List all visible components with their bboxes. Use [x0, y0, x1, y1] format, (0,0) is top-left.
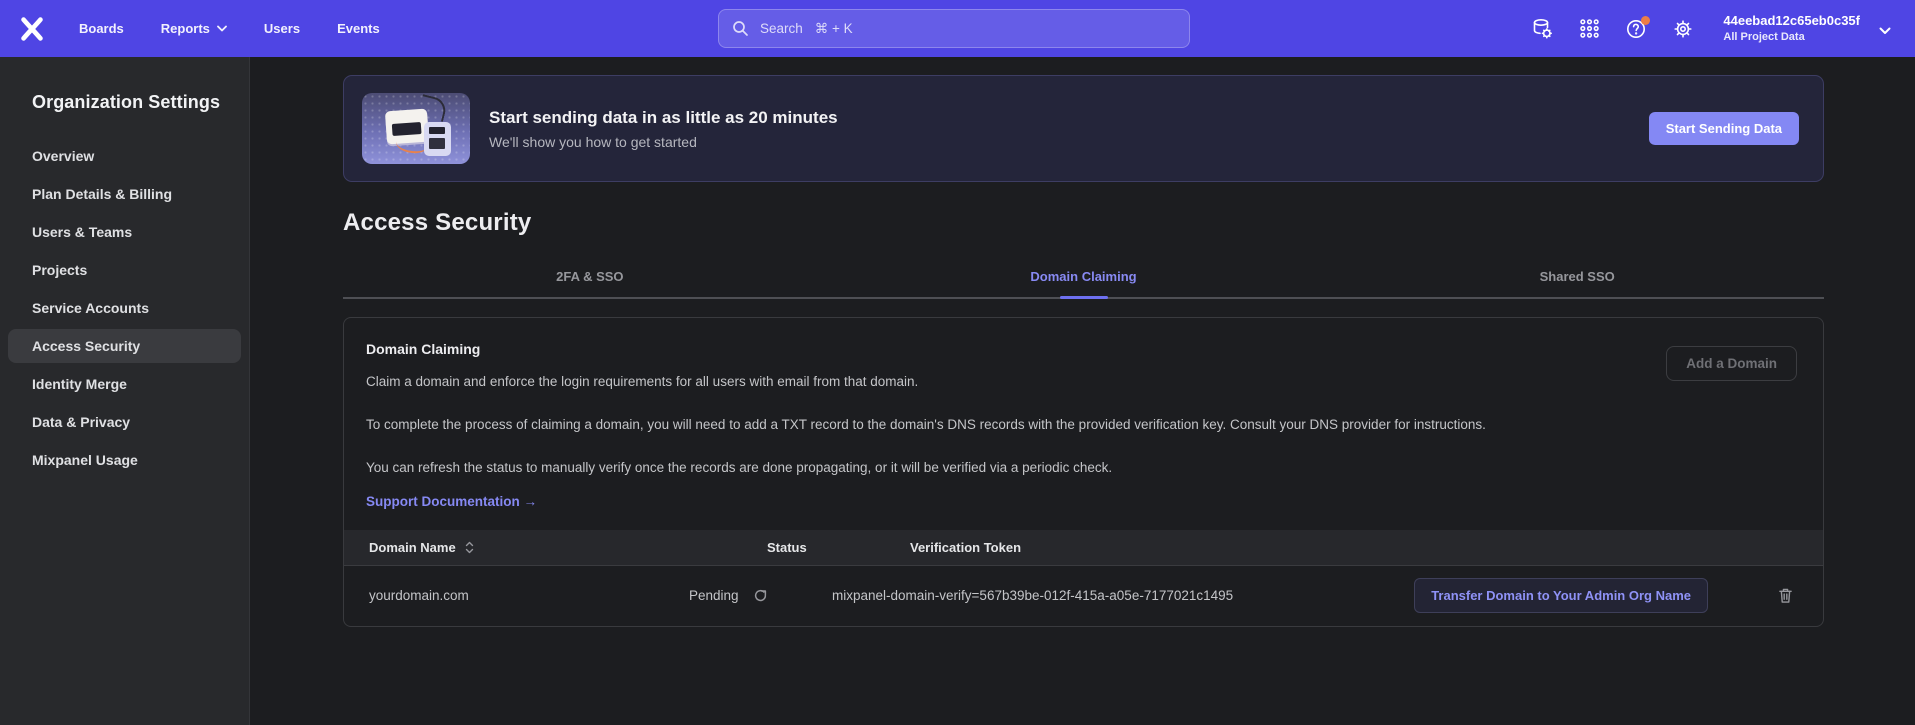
column-header-domain-name: Domain Name	[344, 540, 689, 555]
nav-item-reports[interactable]: Reports	[161, 21, 227, 36]
access-security-tabs: 2FA & SSO Domain Claiming Shared SSO	[343, 260, 1824, 299]
domain-claiming-panel: Add a Domain Domain Claiming Claim a dom…	[343, 317, 1824, 627]
column-header-verification-token: Verification Token	[832, 540, 1823, 555]
sidebar-item-mixpanel-usage[interactable]: Mixpanel Usage	[8, 443, 241, 477]
data-management-icon[interactable]	[1531, 18, 1553, 40]
support-documentation-link[interactable]: Support Documentation →	[366, 494, 537, 509]
panel-body: Domain Claiming Claim a domain and enfor…	[344, 318, 1823, 511]
main-content: Start sending data in as little as 20 mi…	[250, 57, 1915, 725]
search-input[interactable]: Search ⌘ + K	[718, 9, 1190, 48]
notification-dot	[1641, 16, 1650, 25]
search-icon	[732, 20, 749, 37]
settings-sidebar: Organization Settings Overview Plan Deta…	[0, 57, 250, 725]
delete-domain-icon[interactable]	[1778, 587, 1793, 604]
sort-icon[interactable]	[465, 541, 474, 554]
project-name: All Project Data	[1723, 30, 1860, 44]
nav-item-label: Events	[337, 21, 380, 36]
nav-item-label: Boards	[79, 21, 124, 36]
page-title: Access Security	[343, 209, 1824, 237]
mixpanel-logo-icon[interactable]	[15, 12, 49, 46]
domains-table: Domain Name Status Verification Token yo…	[344, 530, 1823, 626]
chevron-down-icon	[217, 25, 227, 32]
sidebar-item-service-accounts[interactable]: Service Accounts	[8, 291, 241, 325]
top-nav: Boards Reports Users Events Search ⌘ + K	[0, 0, 1915, 57]
table-row: yourdomain.com Pending mixpanel-domain-v…	[344, 566, 1823, 626]
nav-item-events[interactable]: Events	[337, 21, 380, 36]
table-header-row: Domain Name Status Verification Token	[344, 530, 1823, 566]
onboarding-banner: Start sending data in as little as 20 mi…	[343, 75, 1824, 182]
nav-right-cluster: 44eebad12c65eb0c35f All Project Data	[1531, 0, 1915, 57]
panel-description-3: You can refresh the status to manually v…	[366, 457, 1516, 479]
nav-item-label: Reports	[161, 21, 210, 36]
sidebar-item-plan-details-billing[interactable]: Plan Details & Billing	[8, 177, 241, 211]
banner-text: Start sending data in as little as 20 mi…	[489, 108, 838, 150]
panel-description-2: To complete the process of claiming a do…	[366, 414, 1516, 436]
sidebar-item-data-privacy[interactable]: Data & Privacy	[8, 405, 241, 439]
tab-domain-claiming[interactable]: Domain Claiming	[837, 260, 1331, 297]
refresh-status-icon[interactable]	[753, 588, 768, 603]
banner-subtitle: We'll show you how to get started	[489, 134, 838, 150]
tab-shared-sso[interactable]: Shared SSO	[1330, 260, 1824, 297]
panel-description-1: Claim a domain and enforce the login req…	[366, 371, 1516, 393]
sidebar-list: Overview Plan Details & Billing Users & …	[0, 139, 249, 477]
nav-item-label: Users	[264, 21, 300, 36]
sidebar-item-identity-merge[interactable]: Identity Merge	[8, 367, 241, 401]
row-actions: Transfer Domain to Your Admin Org Name	[1414, 578, 1823, 613]
status-badge: Pending	[689, 588, 739, 603]
sidebar-title: Organization Settings	[0, 57, 249, 113]
help-icon[interactable]	[1625, 18, 1647, 40]
tab-2fa-sso[interactable]: 2FA & SSO	[343, 260, 837, 297]
sidebar-item-overview[interactable]: Overview	[8, 139, 241, 173]
status-cell: Pending	[689, 588, 832, 603]
org-id: 44eebad12c65eb0c35f	[1723, 13, 1860, 30]
transfer-domain-button[interactable]: Transfer Domain to Your Admin Org Name	[1414, 578, 1708, 613]
column-header-label: Domain Name	[369, 540, 456, 555]
org-project-selector[interactable]: 44eebad12c65eb0c35f All Project Data	[1723, 13, 1860, 44]
panel-title: Domain Claiming	[366, 341, 1801, 357]
sidebar-item-users-teams[interactable]: Users & Teams	[8, 215, 241, 249]
domain-name-cell: yourdomain.com	[344, 588, 689, 603]
apps-grid-icon[interactable]	[1578, 18, 1600, 40]
nav-item-users[interactable]: Users	[264, 21, 300, 36]
nav-items: Boards Reports Users Events	[79, 21, 380, 36]
start-sending-data-button[interactable]: Start Sending Data	[1649, 112, 1799, 145]
search-shortcut: ⌘ + K	[815, 21, 853, 37]
banner-illustration	[362, 93, 470, 164]
settings-gear-icon[interactable]	[1672, 18, 1694, 40]
search-placeholder: Search	[760, 21, 803, 36]
verification-token-cell: mixpanel-domain-verify=567b39be-012f-415…	[832, 588, 1414, 603]
sidebar-item-access-security[interactable]: Access Security	[8, 329, 241, 363]
banner-title: Start sending data in as little as 20 mi…	[489, 108, 838, 128]
column-header-status: Status	[689, 540, 832, 555]
nav-item-boards[interactable]: Boards	[79, 21, 124, 36]
chevron-down-icon[interactable]	[1879, 27, 1891, 35]
sidebar-item-projects[interactable]: Projects	[8, 253, 241, 287]
add-domain-button[interactable]: Add a Domain	[1666, 346, 1797, 381]
